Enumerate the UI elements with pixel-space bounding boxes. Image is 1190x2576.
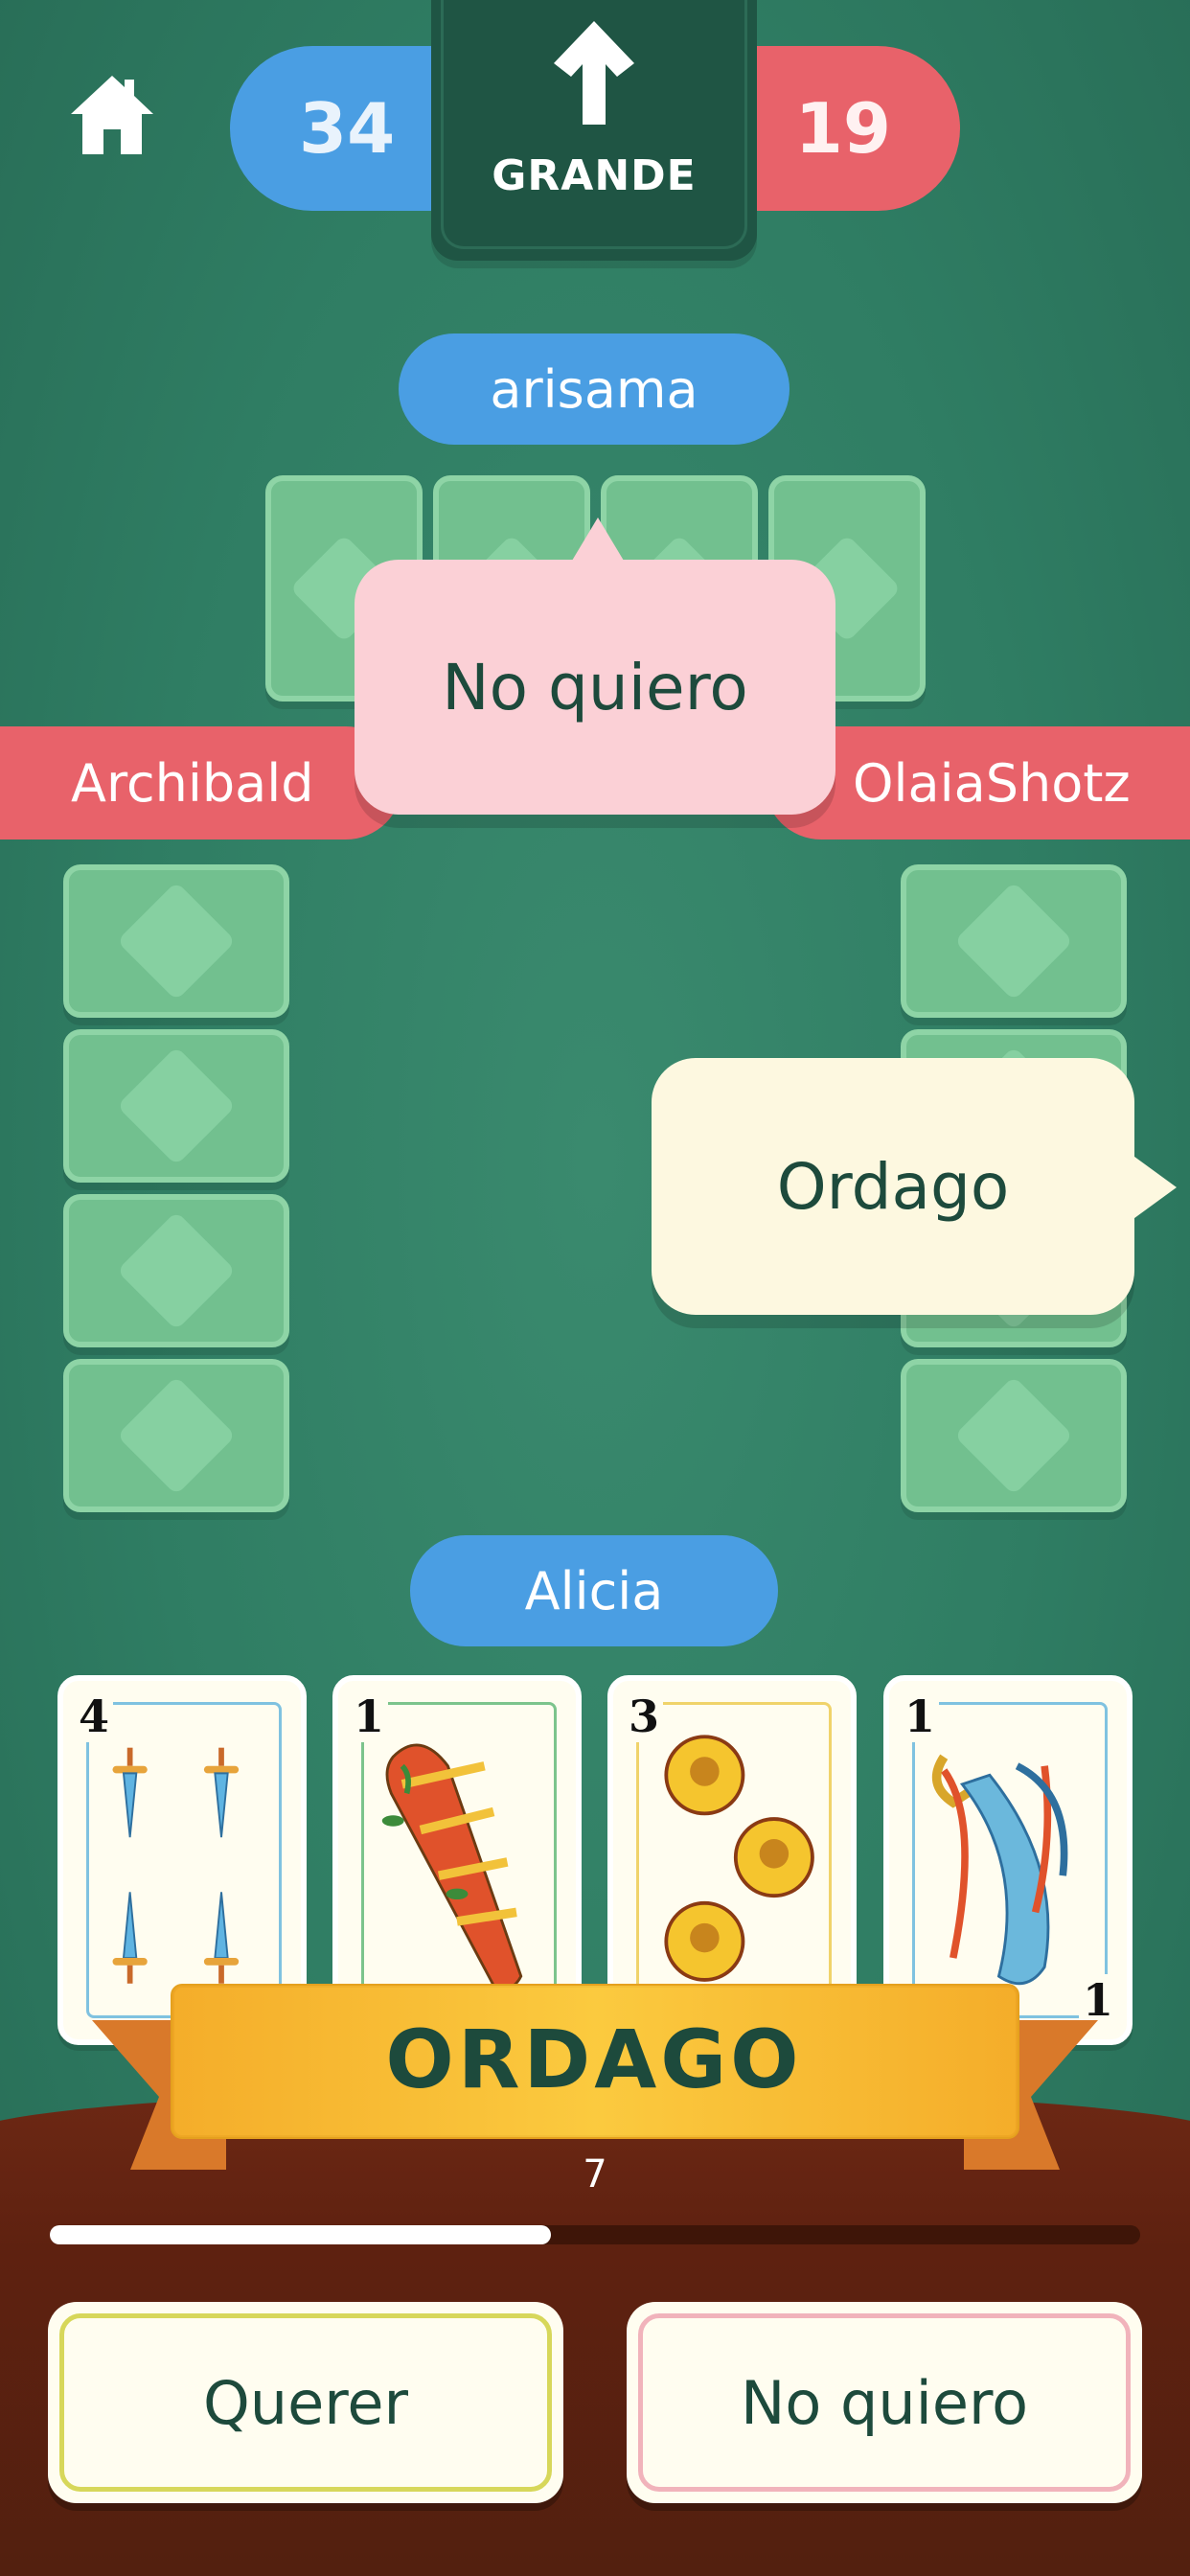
timer-seconds: 7	[583, 2152, 607, 2196]
speech-bubble-top: No quiero	[355, 560, 835, 815]
bubble-tail	[569, 518, 627, 565]
player-name-left: Archibald	[0, 726, 402, 840]
timer-progress-fill	[50, 2225, 552, 2244]
arrow-up-icon	[546, 17, 642, 127]
home-icon[interactable]	[67, 72, 157, 158]
face-down-card	[63, 1359, 289, 1512]
player-name-bottom: Alicia	[410, 1535, 778, 1646]
card-rank: 1	[901, 1690, 940, 1742]
no-quiero-button-label: No quiero	[740, 2367, 1029, 2438]
face-down-card	[901, 1359, 1127, 1512]
querer-button[interactable]: Querer	[48, 2302, 563, 2503]
player-name-top: arisama	[399, 334, 790, 445]
phase-label: GRANDE	[492, 151, 697, 200]
speech-bubble-right: Ordago	[652, 1058, 1134, 1315]
card-rank: 3	[625, 1690, 664, 1742]
timer-progress-bar	[50, 2225, 1140, 2244]
team-red-score: 19	[728, 46, 960, 211]
querer-button-label: Querer	[202, 2367, 408, 2438]
banner-text: ORDAGO	[385, 2012, 803, 2106]
bubble-tail	[1131, 1154, 1179, 1221]
card-rank: 1	[350, 1690, 389, 1742]
face-down-card	[63, 1194, 289, 1347]
face-down-card	[63, 864, 289, 1018]
face-down-card	[63, 1029, 289, 1183]
phase-indicator: GRANDE	[431, 0, 757, 261]
team-blue-score: 34	[230, 46, 460, 211]
game-screen: 34 19 GRANDE arisama Archibald OlaiaShot…	[0, 0, 1190, 2576]
face-down-card	[901, 864, 1127, 1018]
no-quiero-button[interactable]: No quiero	[627, 2302, 1142, 2503]
card-rank: 4	[75, 1690, 114, 1742]
